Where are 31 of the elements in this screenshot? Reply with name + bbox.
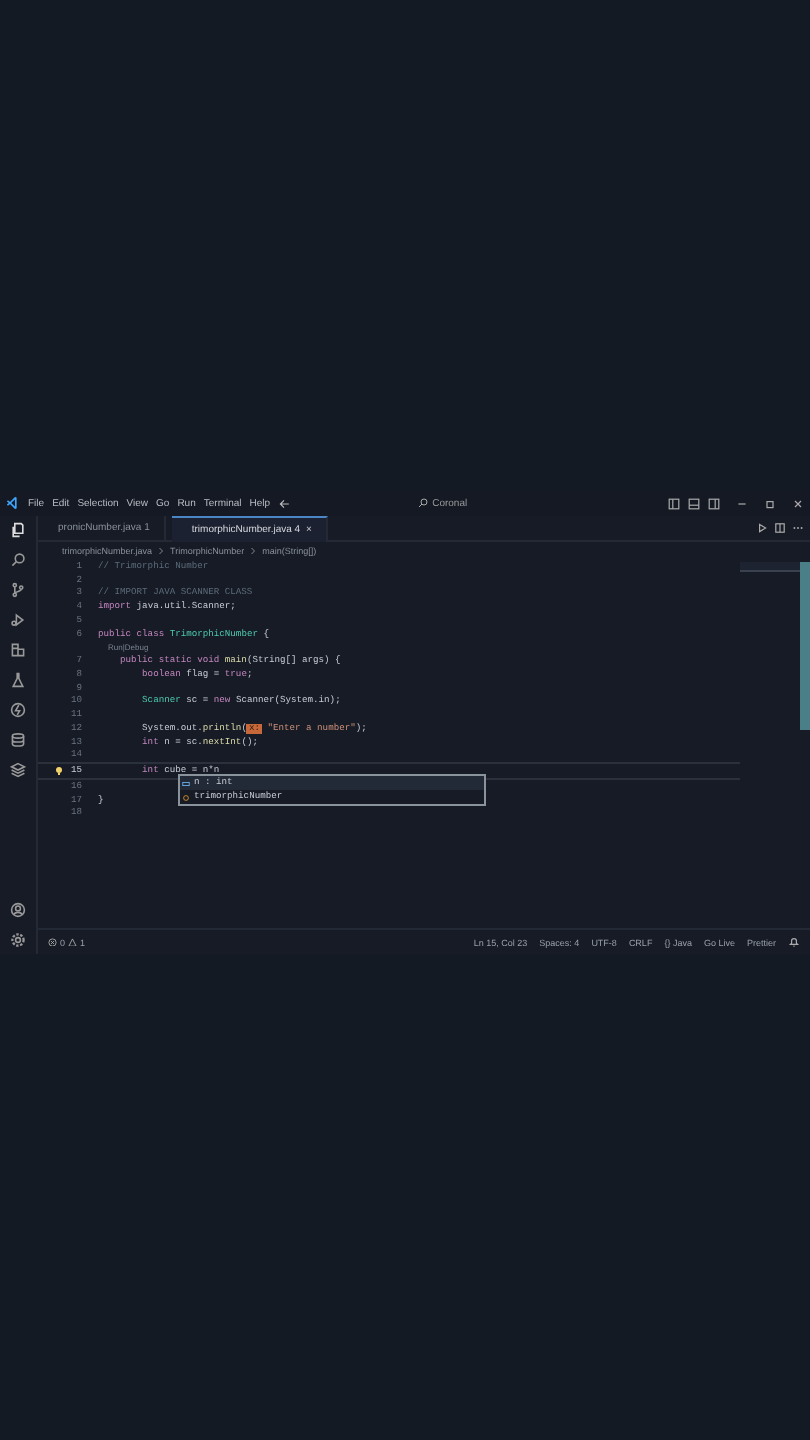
- class-icon: [182, 793, 190, 802]
- search-icon: [418, 498, 429, 508]
- flask-icon[interactable]: [10, 672, 26, 688]
- explorer-icon[interactable]: [10, 522, 26, 538]
- minimize-icon[interactable]: [736, 497, 748, 509]
- run-icon[interactable]: [10, 612, 26, 628]
- scrollbar[interactable]: [800, 562, 810, 730]
- sidebar-icon[interactable]: [708, 497, 720, 509]
- bell-icon[interactable]: [788, 936, 800, 948]
- split-editor-icon[interactable]: [774, 522, 786, 534]
- account-icon[interactable]: [10, 902, 26, 918]
- restore-icon[interactable]: [764, 497, 776, 509]
- settings-icon[interactable]: [10, 932, 26, 948]
- app-logo-icon: [6, 496, 20, 510]
- branch-icon[interactable]: [10, 582, 26, 598]
- extensions-icon[interactable]: [10, 642, 26, 658]
- back-arrow-icon[interactable]: [278, 497, 291, 509]
- chevron-icon: [250, 545, 257, 555]
- layers-icon[interactable]: [10, 762, 26, 778]
- close-icon[interactable]: [792, 497, 804, 509]
- warning-icon: [68, 937, 78, 947]
- search-icon[interactable]: [10, 552, 26, 568]
- run-icon[interactable]: [756, 522, 768, 534]
- layout-icon[interactable]: [668, 497, 680, 509]
- panel-icon[interactable]: [688, 497, 700, 509]
- variable-icon: [182, 779, 190, 788]
- error-icon: [48, 937, 57, 947]
- chevron-icon: [158, 545, 165, 555]
- bolt-icon[interactable]: [10, 702, 26, 718]
- database-icon[interactable]: [10, 732, 26, 748]
- lightbulb-icon[interactable]: [54, 766, 65, 777]
